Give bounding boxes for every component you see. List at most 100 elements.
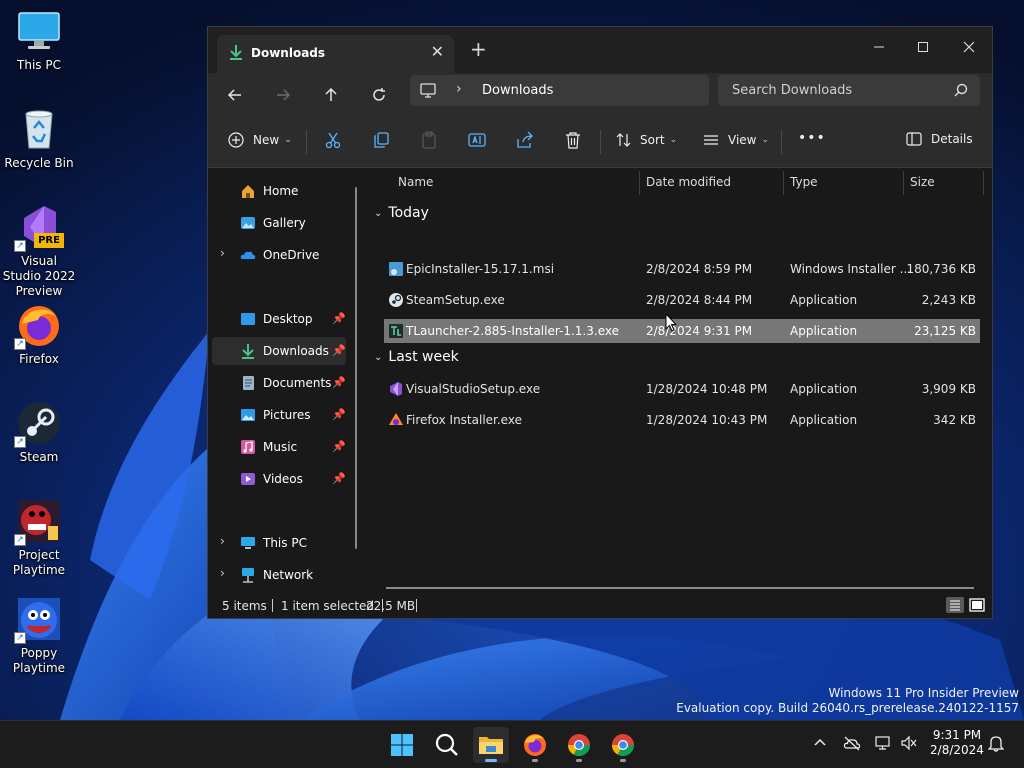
column-divider[interactable] (903, 171, 904, 195)
clock-date: 2/8/2024 (930, 743, 984, 757)
sidebar-item-label: Downloads (263, 344, 329, 358)
more-options-button[interactable]: ••• (798, 130, 826, 146)
sidebar-item-this-pc[interactable]: › This PC (212, 529, 346, 557)
column-divider[interactable] (983, 171, 984, 195)
forward-button[interactable] (269, 81, 297, 109)
column-header-name[interactable]: Name (398, 175, 433, 189)
close-tab-icon[interactable]: ✕ (431, 42, 444, 61)
search-button[interactable] (429, 727, 465, 763)
paste-button[interactable] (420, 131, 440, 151)
file-name: TLauncher-2.885-Installer-1.1.3.exe (406, 324, 619, 338)
view-button[interactable]: View ⌄ (703, 132, 769, 148)
taskbar-app-file-explorer[interactable] (473, 727, 509, 763)
sidebar-item-downloads[interactable]: Downloads 📌 (212, 337, 346, 365)
thumbnail-view-toggle[interactable] (968, 597, 986, 613)
sidebar-item-network[interactable]: › Network (212, 561, 346, 589)
rename-button[interactable] (468, 131, 488, 151)
taskbar-app-firefox[interactable] (517, 727, 553, 763)
desktop-icon-recycle-bin[interactable]: Recycle Bin (2, 106, 76, 171)
up-button[interactable] (317, 81, 345, 109)
onedrive-tray-button[interactable] (843, 735, 861, 755)
sidebar-item-videos[interactable]: Videos 📌 (212, 465, 346, 493)
file-row[interactable]: Firefox Installer.exe 1/28/2024 10:43 PM… (384, 408, 980, 432)
start-button[interactable] (384, 727, 420, 763)
sidebar-item-gallery[interactable]: Gallery (212, 209, 346, 237)
notifications-button[interactable] (987, 734, 1005, 756)
chevron-down-icon: ⌄ (284, 135, 292, 145)
volume-tray-button[interactable] (900, 735, 918, 755)
desktop-icon-this-pc[interactable]: This PC (2, 8, 76, 73)
sidebar-item-pictures[interactable]: Pictures 📌 (212, 401, 346, 429)
address-bar[interactable]: › Downloads (410, 75, 709, 106)
taskbar-app-chrome[interactable] (561, 727, 597, 763)
horizontal-scrollbar[interactable] (386, 587, 974, 589)
visual-studio-icon: PRE ↗ (14, 204, 64, 252)
maximize-button[interactable] (900, 33, 946, 61)
share-icon (517, 131, 533, 148)
shortcut-arrow-icon: ↗ (14, 436, 26, 448)
column-header-date-modified[interactable]: Date modified (646, 175, 731, 189)
close-window-button[interactable] (946, 33, 992, 61)
column-header-size[interactable]: Size (910, 175, 935, 189)
new-button[interactable]: New ⌄ (228, 132, 292, 148)
delete-button[interactable] (564, 131, 584, 151)
chevron-right-icon[interactable]: › (220, 566, 225, 580)
large-icons-view-icon (969, 598, 985, 612)
file-row[interactable]: EpicInstaller-15.17.1.msi 2/8/2024 8:59 … (384, 257, 980, 281)
file-row[interactable]: SteamSetup.exe 2/8/2024 8:44 PM Applicat… (384, 288, 980, 312)
desktop-icon-firefox[interactable]: ↗ Firefox (2, 302, 76, 367)
share-button[interactable] (516, 131, 536, 151)
search-input[interactable]: Search Downloads (718, 75, 980, 106)
breadcrumb-downloads[interactable]: Downloads (482, 83, 553, 98)
desktop-icon-label: Poppy Playtime (12, 646, 66, 675)
file-name: EpicInstaller-15.17.1.msi (406, 262, 555, 276)
column-divider[interactable] (639, 171, 640, 195)
minimize-button[interactable] (856, 33, 902, 61)
cut-button[interactable] (324, 131, 344, 151)
details-view-toggle[interactable] (946, 597, 964, 613)
sidebar-item-label: Videos (263, 472, 303, 486)
chevron-right-icon[interactable]: › (220, 246, 225, 260)
file-row-selected[interactable]: TLauncher-2.885-Installer-1.1.3.exe 2/8/… (384, 319, 980, 343)
running-indicator (532, 759, 538, 762)
sort-button[interactable]: Sort ⌄ (616, 132, 677, 148)
details-pane-button[interactable]: Details (906, 132, 973, 146)
clock[interactable]: 9:31 PM 2/8/2024 (926, 728, 988, 758)
file-size: 180,736 KB (906, 262, 976, 276)
back-button[interactable] (221, 81, 249, 109)
desktop-icon-steam[interactable]: ↗ Steam (2, 400, 76, 465)
refresh-button[interactable] (365, 81, 393, 109)
sidebar-item-onedrive[interactable]: › OneDrive (212, 241, 346, 269)
windows-logo-icon (391, 734, 413, 756)
desktop-icon-poppy-playtime[interactable]: ↗ Poppy Playtime (2, 596, 76, 676)
search-placeholder: Search Downloads (732, 83, 853, 98)
taskbar-app-chrome-2[interactable] (605, 727, 641, 763)
sidebar-item-documents[interactable]: Documents 📌 (212, 369, 346, 397)
chevron-right-icon: › (456, 81, 462, 97)
tab-downloads[interactable]: Downloads ✕ (217, 35, 454, 73)
network-tray-button[interactable] (874, 735, 892, 755)
plus-circle-icon (228, 132, 244, 148)
new-tab-button[interactable]: + (470, 39, 487, 59)
group-header-today[interactable]: ⌄ Today (374, 205, 429, 221)
monitor-icon (16, 8, 62, 54)
gallery-icon (240, 215, 256, 231)
sort-label: Sort (640, 133, 665, 147)
navigation-scrollbar[interactable] (355, 187, 357, 549)
file-row[interactable]: VisualStudioSetup.exe 1/28/2024 10:48 PM… (384, 377, 980, 401)
firefox-icon: ↗ (14, 302, 62, 350)
copy-button[interactable] (372, 131, 392, 151)
desktop-icon-visual-studio[interactable]: PRE ↗ Visual Studio 2022 Preview (2, 204, 76, 299)
column-header-type[interactable]: Type (790, 175, 818, 189)
show-hidden-icons-button[interactable] (813, 735, 827, 753)
sidebar-item-home[interactable]: Home (212, 177, 346, 205)
group-header-last-week[interactable]: ⌄ Last week (374, 349, 459, 365)
chevron-right-icon[interactable]: › (220, 534, 225, 548)
sidebar-item-music[interactable]: Music 📌 (212, 433, 346, 461)
desktop-icon-project-playtime[interactable]: ↗ Project Playtime (2, 498, 76, 578)
chrome-icon (568, 734, 590, 756)
search-icon (435, 733, 458, 756)
column-divider[interactable] (783, 171, 784, 195)
group-label: Today (388, 205, 429, 221)
sidebar-item-desktop[interactable]: Desktop 📌 (212, 305, 346, 333)
